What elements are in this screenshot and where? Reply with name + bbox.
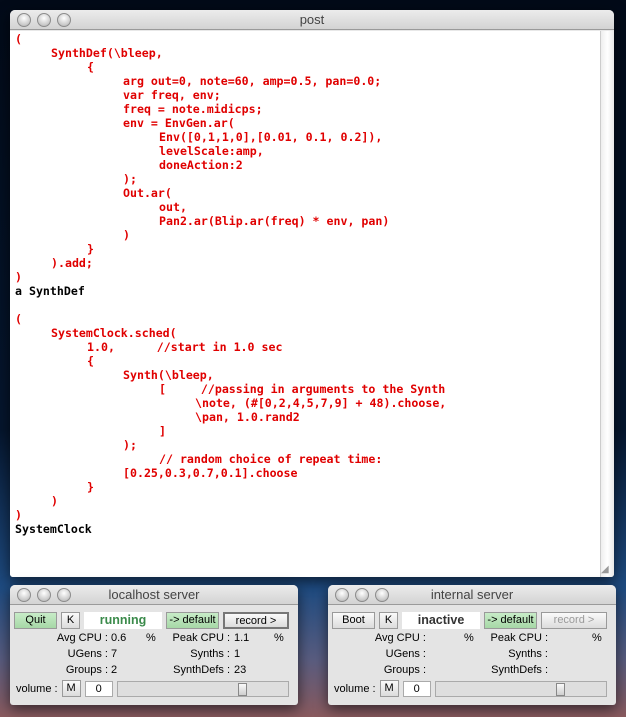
avg-cpu-label: Avg CPU : bbox=[374, 632, 426, 644]
code-line: ) bbox=[123, 228, 130, 242]
code-line: \note, (#[0,2,4,5,7,9] + 48).choose, bbox=[195, 396, 447, 410]
internal-server-window: internal server Boot K inactive -> defau… bbox=[328, 585, 616, 705]
resize-grip-icon[interactable]: ◢ bbox=[601, 564, 613, 576]
code-line: SynthDef(\bleep, bbox=[51, 46, 163, 60]
code-line: Out.ar( bbox=[123, 186, 172, 200]
kill-button[interactable]: K bbox=[61, 612, 80, 629]
code-line: freq = note.midicps; bbox=[123, 102, 263, 116]
output-line: a SynthDef bbox=[15, 284, 85, 298]
code-line: ).add; bbox=[51, 256, 93, 270]
ugens-label: UGens : bbox=[385, 648, 426, 660]
code-line: arg out=0, note=60, amp=0.5, pan=0.0; bbox=[123, 74, 382, 88]
code-line: } bbox=[87, 242, 94, 256]
code-line: var freq, env; bbox=[123, 88, 221, 102]
volume-slider[interactable] bbox=[434, 680, 607, 697]
code-line: env = EnvGen.ar( bbox=[123, 116, 235, 130]
record-button[interactable]: record > bbox=[541, 612, 607, 629]
synthdefs-label: SynthDefs : bbox=[173, 664, 230, 676]
code-line: { bbox=[87, 354, 94, 368]
output-line: SystemClock bbox=[15, 522, 92, 536]
ugens-label: UGens : bbox=[67, 648, 108, 660]
close-button[interactable] bbox=[17, 13, 31, 27]
synthdefs-value: 23 bbox=[234, 664, 247, 676]
peak-cpu-pct: % bbox=[592, 632, 602, 644]
record-button[interactable]: record > bbox=[223, 612, 289, 629]
code-line: } bbox=[87, 480, 94, 494]
window-title: post bbox=[299, 12, 325, 27]
minimize-button[interactable] bbox=[37, 588, 51, 602]
server-titlebar[interactable]: localhost server bbox=[10, 585, 298, 605]
code-line: Synth(\bleep, bbox=[123, 368, 214, 382]
boot-button[interactable]: Quit bbox=[14, 612, 57, 629]
post-window: post (SynthDef(\bleep,{arg out=0, note=6… bbox=[10, 10, 614, 577]
zoom-button[interactable] bbox=[57, 13, 71, 27]
groups-label: Groups : bbox=[383, 664, 426, 676]
server-status: running bbox=[84, 612, 162, 629]
avg-cpu-label: Avg CPU : bbox=[56, 632, 108, 644]
groups-label: Groups : bbox=[65, 664, 108, 676]
synths-value: 1 bbox=[234, 648, 241, 660]
code-line: ( bbox=[15, 32, 22, 46]
close-button[interactable] bbox=[17, 588, 31, 602]
zoom-button[interactable] bbox=[375, 588, 389, 602]
localhost-server-window: localhost server Quit K running -> defau… bbox=[10, 585, 298, 705]
volume-slider[interactable] bbox=[116, 680, 289, 697]
code-line: ); bbox=[123, 172, 137, 186]
code-line: \pan, 1.0.rand2 bbox=[195, 410, 300, 424]
mute-button[interactable]: M bbox=[379, 680, 399, 697]
code-line: 1.0, //start in 1.0 sec bbox=[87, 340, 283, 354]
zoom-button[interactable] bbox=[57, 588, 71, 602]
code-line: ); bbox=[123, 438, 137, 452]
post-titlebar[interactable]: post bbox=[10, 10, 614, 30]
code-line: ] bbox=[159, 424, 166, 438]
volume-slider-knob[interactable] bbox=[555, 682, 565, 696]
synths-label: Synths : bbox=[190, 648, 230, 660]
code-editor[interactable]: (SynthDef(\bleep,{arg out=0, note=60, am… bbox=[10, 31, 600, 577]
code-line: ) bbox=[51, 494, 58, 508]
code-line: levelScale:amp, bbox=[159, 144, 264, 158]
default-button[interactable]: -> default bbox=[166, 612, 219, 629]
peak-cpu-label: Peak CPU : bbox=[490, 632, 548, 644]
code-line: SystemClock.sched( bbox=[51, 326, 177, 340]
volume-label: volume : bbox=[16, 682, 58, 695]
code-line: Env([0,1,1,0],[0.01, 0.1, 0.2]), bbox=[159, 130, 383, 144]
code-line: Pan2.ar(Blip.ar(freq) * env, pan) bbox=[159, 214, 390, 228]
code-line: ) bbox=[15, 270, 22, 284]
synths-label: Synths : bbox=[508, 648, 548, 660]
mute-button[interactable]: M bbox=[61, 680, 81, 697]
peak-cpu-value: 1.1 bbox=[234, 632, 250, 644]
code-line: out, bbox=[159, 200, 187, 214]
code-line: ) bbox=[15, 508, 22, 522]
code-line: [ //passing in arguments to the Synth bbox=[159, 382, 446, 396]
volume-input[interactable]: 0 bbox=[84, 680, 113, 697]
volume-label: volume : bbox=[334, 682, 376, 695]
code-line: ( bbox=[15, 312, 22, 326]
kill-button[interactable]: K bbox=[379, 612, 398, 629]
peak-cpu-label: Peak CPU : bbox=[172, 632, 230, 644]
window-title: localhost server bbox=[108, 587, 200, 602]
minimize-button[interactable] bbox=[355, 588, 369, 602]
window-title: internal server bbox=[430, 587, 514, 602]
synthdefs-label: SynthDefs : bbox=[491, 664, 548, 676]
volume-input[interactable]: 0 bbox=[402, 680, 431, 697]
code-line: [0.25,0.3,0.7,0.1].choose bbox=[123, 466, 298, 480]
close-button[interactable] bbox=[335, 588, 349, 602]
code-line: doneAction:2 bbox=[159, 158, 243, 172]
server-status: inactive bbox=[402, 612, 480, 629]
boot-button[interactable]: Boot bbox=[332, 612, 375, 629]
vertical-scrollbar[interactable]: ◢ bbox=[600, 31, 614, 577]
peak-cpu-pct: % bbox=[274, 632, 284, 644]
minimize-button[interactable] bbox=[37, 13, 51, 27]
server-titlebar[interactable]: internal server bbox=[328, 585, 616, 605]
code-line: { bbox=[87, 60, 94, 74]
default-button[interactable]: -> default bbox=[484, 612, 537, 629]
volume-slider-knob[interactable] bbox=[237, 682, 247, 696]
code-line: // random choice of repeat time: bbox=[159, 452, 383, 466]
